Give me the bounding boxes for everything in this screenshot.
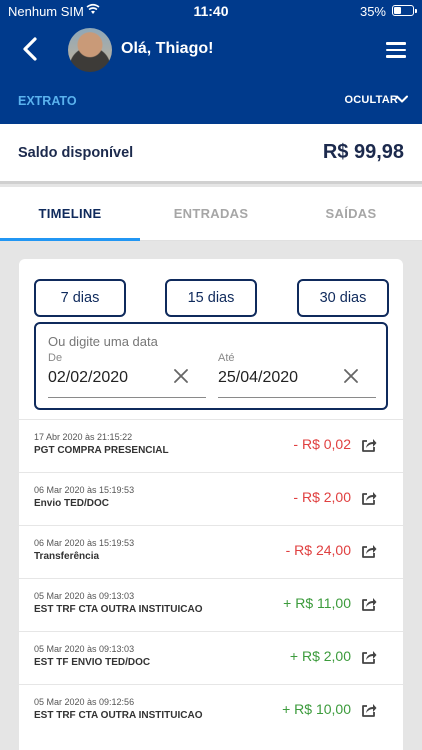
close-icon[interactable]: [342, 367, 360, 385]
to-date-field[interactable]: 25/04/2020: [218, 369, 298, 387]
transaction-date: 06 Mar 2020 às 15:19:53: [34, 538, 135, 548]
balance-bar: Saldo disponível R$ 99,98: [0, 124, 422, 184]
transaction-row[interactable]: 05 Mar 2020 às 09:12:56 EST TRF CTA OUTR…: [19, 684, 403, 737]
share-icon[interactable]: [361, 649, 377, 665]
share-icon[interactable]: [361, 702, 377, 718]
to-date-underline: [218, 397, 376, 398]
transaction-row[interactable]: 06 Mar 2020 às 15:19:53 Transferência - …: [19, 525, 403, 578]
tab-entradas[interactable]: ENTRADAS: [141, 187, 281, 241]
transaction-amount: + R$ 2,00: [289, 648, 351, 664]
balance-label: Saldo disponível: [18, 145, 134, 161]
transaction-amount: + R$ 11,00: [283, 595, 351, 611]
transaction-row[interactable]: 17 Abr 2020 às 21:15:22 PGT COMPRA PRESE…: [19, 419, 403, 472]
hide-balance-toggle[interactable]: OCULTAR: [344, 94, 398, 106]
balance-value: R$ 99,98: [322, 141, 404, 163]
transaction-amount: + R$ 10,00: [282, 701, 351, 717]
transaction-date: 05 Mar 2020 às 09:13:03: [34, 591, 135, 601]
avatar[interactable]: [68, 28, 112, 72]
transaction-date: 05 Mar 2020 às 09:13:03: [34, 644, 135, 654]
transaction-amount: - R$ 24,00: [285, 542, 351, 558]
from-date-field[interactable]: 02/02/2020: [48, 369, 128, 387]
section-title-extrato: EXTRATO: [18, 94, 77, 108]
battery-percentage: 35%: [359, 4, 386, 19]
transaction-amount: - R$ 0,02: [293, 436, 351, 452]
from-date-label: De: [48, 352, 63, 364]
share-icon[interactable]: [361, 437, 377, 453]
app-header: Nenhum SIM 11:40 35% Olá, Thiago! EXTRAT…: [0, 0, 422, 124]
filter-30-days-button[interactable]: 30 dias: [297, 279, 389, 317]
chevron-down-icon[interactable]: [396, 93, 408, 105]
transaction-amount: - R$ 2,00: [293, 489, 351, 505]
filter-15-days-button[interactable]: 15 dias: [165, 279, 257, 317]
transaction-description: EST TRF CTA OUTRA INSTITUICAO: [34, 710, 203, 721]
custom-date-title: Ou digite uma data: [48, 334, 158, 349]
from-date-underline: [48, 397, 206, 398]
transaction-row[interactable]: 05 Mar 2020 às 09:13:03 EST TRF CTA OUTR…: [19, 578, 403, 631]
tab-timeline[interactable]: TIMELINE: [0, 187, 140, 241]
status-time: 11:40: [193, 3, 229, 19]
transaction-date: 17 Abr 2020 às 21:15:22: [34, 432, 133, 442]
close-icon[interactable]: [172, 367, 190, 385]
transaction-description: PGT COMPRA PRESENCIAL: [34, 445, 169, 456]
transaction-description: EST TRF CTA OUTRA INSTITUICAO: [34, 604, 203, 615]
custom-date-range: Ou digite uma data De 02/02/2020 Até 25/…: [34, 322, 388, 410]
share-icon[interactable]: [361, 490, 377, 506]
battery-icon: [392, 5, 417, 16]
transaction-row[interactable]: 05 Mar 2020 às 09:13:03 EST TF ENVIO TED…: [19, 631, 403, 684]
transaction-description: Envio TED/DOC: [34, 498, 110, 509]
transaction-description: Transferência: [34, 551, 100, 562]
status-bar: Nenhum SIM 11:40 35%: [0, 0, 422, 22]
filter-7-days-button[interactable]: 7 dias: [34, 279, 126, 317]
greeting: Olá, Thiago!: [121, 40, 214, 57]
tab-saidas[interactable]: SAÍDAS: [281, 187, 421, 241]
share-icon[interactable]: [361, 543, 377, 559]
to-date-label: Até: [218, 352, 235, 364]
statement-tabs: TIMELINE ENTRADAS SAÍDAS: [0, 187, 422, 241]
transaction-date: 06 Mar 2020 às 15:19:53: [34, 485, 135, 495]
back-arrow-icon[interactable]: [18, 36, 42, 62]
transaction-date: 05 Mar 2020 às 09:12:56: [34, 697, 135, 707]
hamburger-menu-icon[interactable]: [386, 42, 406, 58]
statement-card: 7 dias 15 dias 30 dias Ou digite uma dat…: [19, 259, 403, 750]
transaction-description: EST TF ENVIO TED/DOC: [34, 657, 151, 668]
share-icon[interactable]: [361, 596, 377, 612]
transaction-row[interactable]: 06 Mar 2020 às 15:19:53 Envio TED/DOC - …: [19, 472, 403, 525]
